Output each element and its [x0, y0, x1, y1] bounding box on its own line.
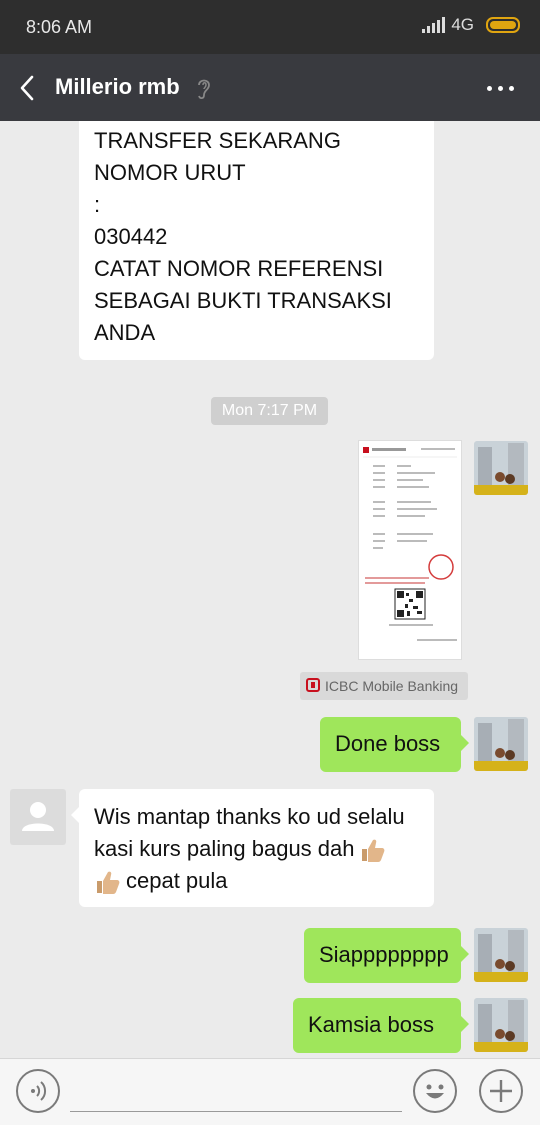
- status-icons: 4G: [422, 15, 520, 35]
- icbc-logo-icon: [306, 678, 320, 692]
- timestamp: Mon 7:17 PM: [211, 397, 328, 425]
- source-app-tag[interactable]: ICBC Mobile Banking: [300, 672, 468, 700]
- message-line: NOMOR URUT: [94, 160, 246, 185]
- receipt-thumbnail: [363, 447, 457, 641]
- message-line: CATAT NOMOR REFERENSI: [94, 256, 384, 281]
- battery-icon: [486, 17, 520, 33]
- thumbs-up-emoji: [361, 839, 384, 863]
- source-app-name: ICBC Mobile Banking: [325, 678, 459, 694]
- chat-area[interactable]: TRANSFER SEKARANG NOMOR URUT : 030442 CA…: [0, 121, 540, 1058]
- outgoing-message[interactable]: Kamsia boss: [293, 998, 469, 1053]
- network-type: 4G: [451, 15, 474, 34]
- message-text: Kamsia boss: [308, 1012, 434, 1037]
- receipt-image[interactable]: [358, 440, 462, 660]
- message-text: Done boss: [335, 731, 441, 756]
- chat-title: Millerio rmb: [55, 74, 180, 99]
- message-line: 030442: [94, 224, 168, 249]
- outgoing-message[interactable]: Siapppppppp: [304, 928, 469, 983]
- message-line: Wis mantap thanks ko ud selalu: [94, 804, 405, 829]
- back-arrow-icon[interactable]: [14, 74, 42, 102]
- signal-icon: [422, 17, 446, 33]
- message-line: SEBAGAI BUKTI TRANSAKSI: [94, 288, 392, 313]
- message-text: Siapppppppp: [319, 942, 449, 967]
- my-avatar[interactable]: [474, 441, 528, 495]
- incoming-message[interactable]: Wis mantap thanks ko ud selalu kasi kurs…: [71, 789, 434, 907]
- my-avatar[interactable]: [474, 998, 528, 1052]
- message-line: cepat pula: [94, 865, 434, 897]
- thumbs-up-emoji: [97, 871, 120, 895]
- emoji-icon[interactable]: [413, 1069, 457, 1113]
- message-input[interactable]: [70, 1111, 402, 1112]
- message-line: kasi kurs paling bagus dah: [94, 833, 434, 865]
- input-bar: [0, 1058, 540, 1125]
- message-line: :: [94, 192, 101, 217]
- my-avatar[interactable]: [474, 717, 528, 771]
- plus-icon[interactable]: [479, 1069, 523, 1113]
- incoming-message[interactable]: TRANSFER SEKARANG NOMOR URUT : 030442 CA…: [79, 121, 434, 360]
- status-time: 8:06 AM: [26, 17, 93, 37]
- message-text: cepat pula: [126, 868, 228, 893]
- my-avatar[interactable]: [474, 928, 528, 982]
- message-line: TRANSFER SEKARANG: [94, 128, 341, 153]
- more-icon[interactable]: [487, 86, 514, 91]
- chat-header: Millerio rmb: [0, 54, 540, 121]
- message-text: kasi kurs paling bagus dah: [94, 836, 355, 861]
- outgoing-message[interactable]: Done boss: [320, 717, 469, 772]
- voice-icon[interactable]: [16, 1069, 60, 1113]
- hearing-icon: [198, 79, 210, 100]
- status-bar: 8:06 AM 4G: [0, 0, 540, 54]
- contact-avatar[interactable]: [10, 789, 66, 845]
- message-line: ANDA: [94, 320, 156, 345]
